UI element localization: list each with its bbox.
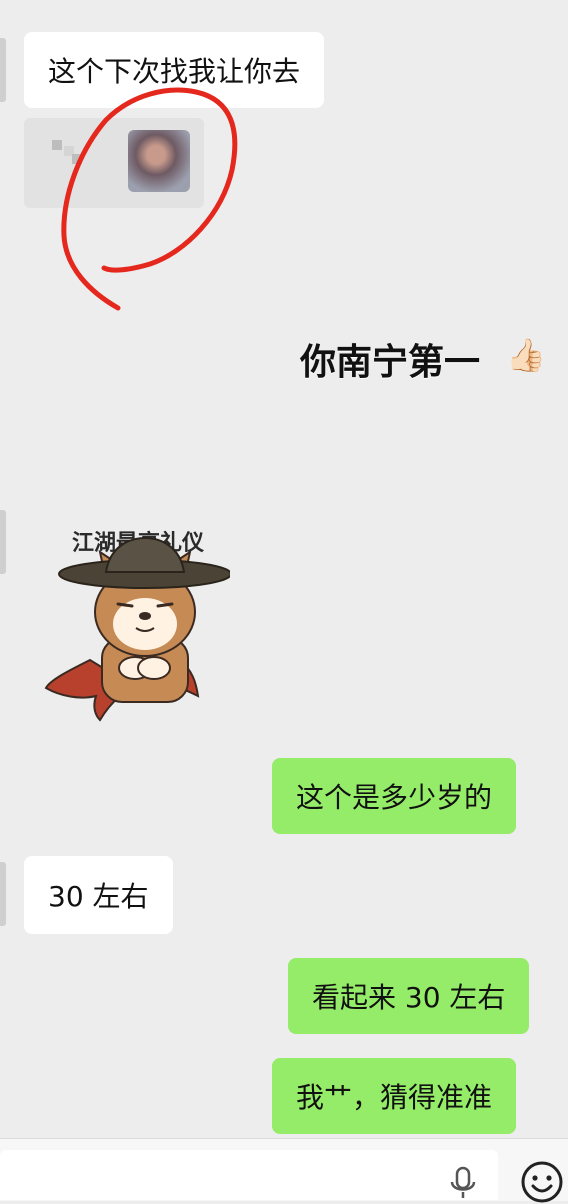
message-bubble-outgoing[interactable]: 我艹，猜得准准 — [272, 1058, 517, 1134]
shiba-sticker[interactable] — [40, 520, 230, 730]
avatar[interactable] — [0, 862, 6, 926]
message-text: 30 左右 — [48, 880, 149, 913]
message-bubble-outgoing[interactable]: 这个是多少岁的 — [272, 758, 517, 834]
emoji-icon[interactable] — [520, 1160, 564, 1204]
thumbs-up-icon: 👍🏻 — [506, 336, 546, 374]
message-input[interactable] — [0, 1150, 498, 1200]
message-text: 我艹，猜得准准 — [296, 1081, 493, 1114]
message-bubble-outgoing[interactable]: 看起来 30 左右 — [288, 958, 530, 1034]
message-text: 这个是多少岁的 — [296, 781, 493, 814]
message-text: 看起来 30 左右 — [312, 981, 506, 1014]
annotation-circle — [61, 87, 238, 311]
avatar[interactable] — [0, 510, 6, 574]
message-bubble-incoming[interactable]: 30 左右 — [24, 856, 173, 934]
message-text-large[interactable]: 你南宁第一 — [300, 333, 480, 385]
mic-icon[interactable] — [448, 1166, 478, 1200]
